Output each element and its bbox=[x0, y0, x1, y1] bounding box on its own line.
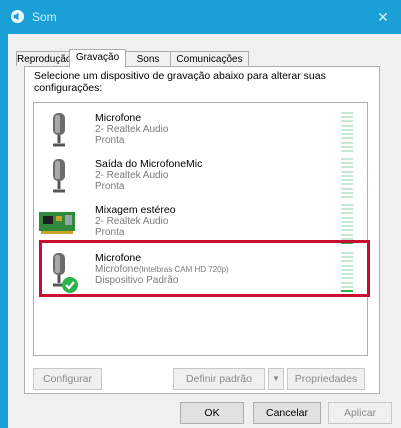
configure-button[interactable]: Configurar bbox=[33, 368, 102, 390]
meter-segment bbox=[341, 229, 353, 232]
device-driver: 2- Realtek Audio bbox=[95, 124, 169, 135]
sound-card-icon bbox=[39, 212, 75, 234]
set-default-button[interactable]: Definir padrão bbox=[173, 368, 265, 390]
meter-segment bbox=[341, 162, 353, 165]
meter-segment bbox=[341, 216, 353, 219]
device-name: Microfone bbox=[95, 112, 142, 124]
instruction-text: Selecione um dispositivo de gravação aba… bbox=[34, 70, 326, 94]
device-driver: 2- Realtek Audio bbox=[95, 170, 169, 181]
properties-button[interactable]: Propriedades bbox=[287, 368, 365, 390]
level-meter bbox=[341, 158, 353, 198]
tab-sons[interactable]: Sons bbox=[125, 51, 171, 66]
meter-segment bbox=[341, 128, 353, 131]
close-icon: ✕ bbox=[377, 9, 389, 25]
meter-segment bbox=[341, 260, 353, 263]
meter-segment bbox=[341, 241, 353, 244]
device-name: Saída do MicrofoneMic bbox=[95, 158, 203, 170]
device-driver: Microfone(Intelbras CAM HD 720p) bbox=[95, 264, 229, 275]
meter-segment bbox=[341, 220, 353, 223]
meter-segment bbox=[341, 204, 353, 206]
device-list[interactable]: Microfone 2- Realtek Audio Pronta Saída … bbox=[33, 102, 368, 356]
meter-segment bbox=[341, 195, 353, 198]
device-status: Pronta bbox=[95, 227, 125, 238]
chevron-down-icon: ▼ bbox=[272, 374, 280, 383]
ok-button[interactable]: OK bbox=[180, 402, 244, 424]
meter-segment bbox=[341, 281, 353, 284]
device-status: Pronta bbox=[95, 135, 125, 146]
meter-segment bbox=[341, 174, 353, 177]
meter-segment bbox=[341, 264, 353, 267]
level-meter bbox=[341, 112, 353, 152]
microphone-default-icon bbox=[53, 253, 78, 293]
meter-segment bbox=[341, 120, 353, 123]
device-status: Pronta bbox=[95, 181, 125, 192]
meter-segment bbox=[341, 145, 353, 148]
device-item[interactable]: Microfone 2- Realtek Audio Pronta bbox=[34, 107, 367, 153]
meter-segment bbox=[341, 116, 353, 119]
device-item[interactable]: Microfone Microfone(Intelbras CAM HD 720… bbox=[34, 247, 367, 293]
set-default-dropdown[interactable]: ▼ bbox=[268, 368, 284, 390]
meter-segment bbox=[341, 233, 353, 236]
meter-segment bbox=[341, 133, 353, 136]
meter-segment bbox=[341, 141, 353, 144]
meter-segment bbox=[341, 112, 353, 114]
meter-segment bbox=[341, 183, 353, 186]
meter-segment bbox=[341, 256, 353, 259]
level-meter bbox=[341, 252, 353, 292]
microphone-icon bbox=[53, 159, 65, 193]
cancel-button[interactable]: Cancelar bbox=[253, 402, 321, 424]
meter-segment bbox=[341, 289, 353, 292]
meter-segment bbox=[341, 179, 353, 182]
meter-segment bbox=[341, 158, 353, 160]
title-bar: Som ✕ bbox=[0, 0, 401, 34]
meter-segment bbox=[341, 137, 353, 140]
meter-segment bbox=[341, 170, 353, 173]
meter-segment bbox=[341, 285, 353, 288]
microphone-icon bbox=[53, 113, 65, 147]
device-status: Dispositivo Padrão bbox=[95, 275, 179, 286]
meter-segment bbox=[341, 166, 353, 169]
meter-segment bbox=[341, 212, 353, 215]
meter-segment bbox=[341, 277, 353, 280]
device-name: Mixagem estéreo bbox=[95, 204, 176, 216]
close-button[interactable]: ✕ bbox=[365, 0, 401, 34]
speaker-icon bbox=[10, 9, 25, 24]
tab-reproducao[interactable]: Reprodução bbox=[16, 51, 71, 66]
level-meter bbox=[341, 204, 353, 244]
window-title: Som bbox=[32, 10, 57, 24]
meter-segment bbox=[341, 149, 353, 152]
apply-button[interactable]: Aplicar bbox=[328, 402, 392, 424]
meter-segment bbox=[341, 268, 353, 271]
tab-comunicacoes[interactable]: Comunicações bbox=[170, 51, 249, 66]
meter-segment bbox=[341, 124, 353, 127]
meter-segment bbox=[341, 225, 353, 228]
meter-segment bbox=[341, 191, 353, 194]
device-driver: 2- Realtek Audio bbox=[95, 216, 169, 227]
meter-segment bbox=[341, 187, 353, 190]
device-item[interactable]: Mixagem estéreo 2- Realtek Audio Pronta bbox=[34, 199, 367, 245]
meter-segment bbox=[341, 273, 353, 276]
tab-gravacao[interactable]: Gravação bbox=[69, 49, 126, 67]
meter-segment bbox=[341, 252, 353, 254]
meter-segment bbox=[341, 237, 353, 240]
device-name: Microfone bbox=[95, 252, 142, 264]
device-item[interactable]: Saída do MicrofoneMic 2- Realtek Audio P… bbox=[34, 153, 367, 199]
meter-segment bbox=[341, 208, 353, 211]
